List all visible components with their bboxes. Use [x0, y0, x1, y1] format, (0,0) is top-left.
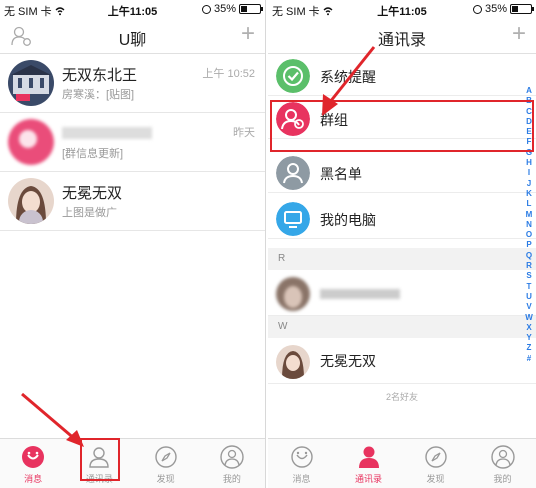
contact-name [320, 289, 400, 299]
battery-fill [241, 6, 248, 12]
chat-time: 昨天 [233, 127, 255, 139]
tab-contacts[interactable]: 通讯录 [335, 439, 402, 488]
section-header-r: R [268, 248, 536, 270]
index-letter[interactable]: I [528, 168, 530, 178]
battery-icon [239, 4, 263, 14]
chat-item[interactable]: 无冕无双 上图是做广 [0, 173, 265, 231]
chat-name: 无冕无双 [62, 185, 123, 202]
chat-item[interactable]: 无双东北王 房寒溪：[贴图] 上午 10:52 [0, 55, 265, 113]
tab-label: 我的 [493, 474, 512, 484]
index-letter[interactable]: Q [526, 251, 532, 261]
section-header-w: W [268, 316, 536, 338]
index-letter[interactable]: V [526, 302, 531, 312]
tab-bar: 消息 通讯录 发现 我的 [268, 438, 536, 488]
pointer-arrow-icon [322, 46, 376, 116]
battery-percent: 35% [484, 3, 507, 15]
chat-preview: [群信息更新] [62, 148, 124, 160]
index-letter[interactable]: O [526, 230, 532, 240]
tab-profile[interactable]: 我的 [469, 439, 536, 488]
tab-discover[interactable]: 发现 [402, 439, 469, 488]
battery-icon [510, 4, 534, 14]
tab-messages[interactable]: 消息 [268, 439, 335, 488]
index-letter[interactable]: X [526, 323, 531, 333]
blacklist-icon [276, 156, 310, 190]
index-letter[interactable]: M [526, 210, 533, 220]
nav-bar: U聊 + [0, 18, 265, 54]
index-letter[interactable]: Z [527, 343, 532, 353]
message-icon [290, 446, 313, 468]
tab-label: 通讯录 [354, 474, 382, 484]
friend-count: 2名好友 [385, 392, 418, 402]
rotation-lock-icon [472, 4, 482, 14]
index-letter[interactable]: P [526, 240, 531, 250]
contacts-screen: 无 SIM 卡 上午11:05 35% 通讯录 + 系统提醒 群组 黑名单 我的… [268, 0, 536, 488]
tab-label: 发现 [156, 474, 175, 484]
index-letter[interactable]: R [526, 261, 532, 271]
chat-screen: 无 SIM 卡 上午11:05 35% U聊 + 无双东北王 房寒溪：[贴图] … [0, 0, 266, 488]
contact-row[interactable] [268, 272, 536, 316]
compass-icon [424, 446, 447, 468]
index-letter[interactable]: Y [526, 333, 531, 343]
status-bar: 无 SIM 卡 上午11:05 35% [268, 0, 536, 18]
index-letter[interactable]: L [527, 199, 532, 209]
index-letter[interactable]: # [527, 354, 531, 364]
system-reminder-icon [276, 59, 310, 93]
computer-icon [276, 202, 310, 236]
index-letter[interactable]: W [525, 313, 533, 323]
index-letter[interactable]: T [527, 282, 532, 292]
battery-fill [512, 6, 519, 12]
user-photo-icon [8, 178, 54, 224]
row-label: 黑名单 [320, 166, 362, 182]
building-avatar-icon [8, 60, 54, 106]
battery-percent: 35% [213, 3, 236, 15]
contact-row-blacklist[interactable]: 黑名单 [268, 153, 536, 193]
avatar [276, 277, 310, 311]
add-button[interactable]: + [241, 22, 255, 46]
contact-name: 无冕无双 [320, 353, 376, 369]
rotation-lock-icon [201, 4, 211, 14]
tab-profile[interactable]: 我的 [199, 439, 265, 488]
contacts-icon [358, 446, 379, 468]
chat-time: 上午 10:52 [202, 68, 255, 80]
tab-label: 消息 [292, 474, 311, 484]
chat-item[interactable]: [群信息更新] 昨天 [0, 114, 265, 172]
index-letter[interactable]: K [526, 189, 532, 199]
index-letter[interactable]: H [526, 158, 532, 168]
avatar [8, 119, 54, 165]
profile-icon [220, 445, 244, 469]
group-avatar-icon [8, 119, 54, 165]
index-letter[interactable]: N [526, 220, 532, 230]
status-bar: 无 SIM 卡 上午11:05 35% [0, 0, 265, 18]
chat-preview: 房寒溪：[贴图] [62, 89, 135, 101]
profile-icon [490, 445, 515, 469]
tab-label: 消息 [24, 474, 43, 484]
chat-name: 无双东北王 [62, 67, 138, 84]
index-letter[interactable]: A [526, 86, 532, 96]
index-letter[interactable]: S [526, 271, 531, 281]
tab-label: 发现 [426, 474, 445, 484]
tab-label: 我的 [222, 474, 241, 484]
index-letter[interactable]: J [527, 179, 531, 189]
avatar [276, 345, 310, 379]
avatar [8, 60, 54, 106]
contact-row[interactable]: 无冕无双 [268, 340, 536, 384]
page-title: U聊 [118, 32, 147, 49]
add-button[interactable]: + [512, 22, 526, 46]
pointer-arrow-icon [21, 392, 84, 447]
avatar [8, 178, 54, 224]
tab-discover[interactable]: 发现 [133, 439, 199, 488]
row-label: 我的电脑 [320, 212, 376, 228]
chat-name [62, 127, 152, 139]
contact-row-computer[interactable]: 我的电脑 [268, 199, 536, 239]
compass-icon [154, 446, 177, 468]
index-letter[interactable]: U [526, 292, 532, 302]
chat-preview: 上图是做广 [62, 207, 117, 219]
